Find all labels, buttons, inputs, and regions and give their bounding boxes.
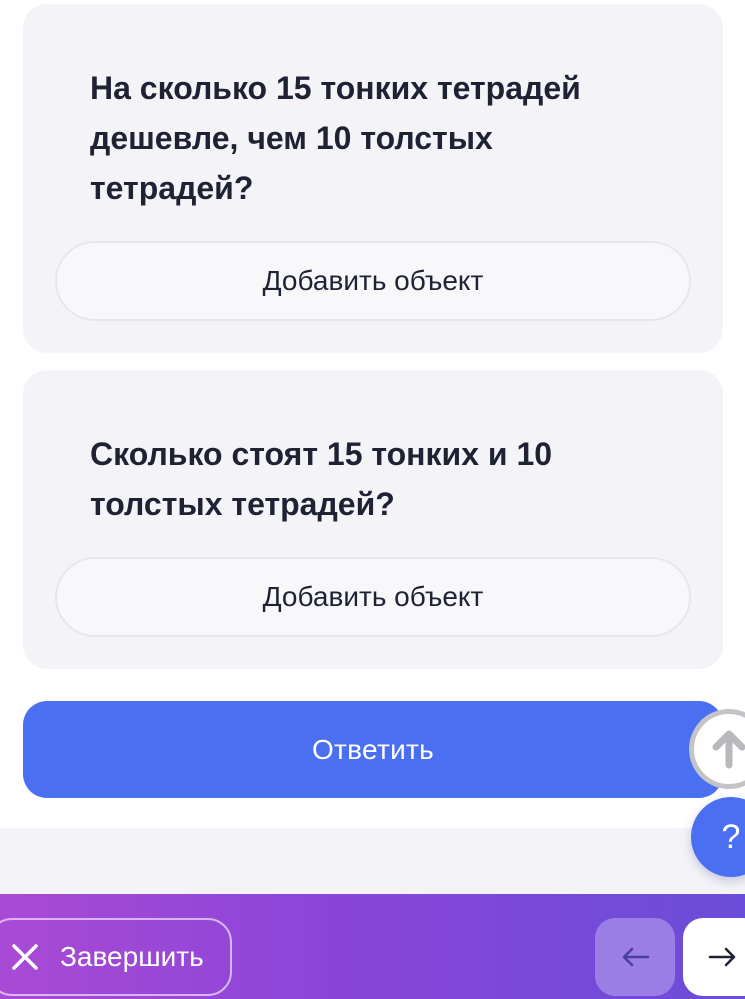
previous-button[interactable] — [595, 918, 675, 996]
page: На сколько 15 тонких тетрадей дешевле, ч… — [0, 0, 745, 999]
close-icon — [12, 944, 38, 970]
finish-label: Завершить — [60, 941, 204, 972]
question-icon: ? — [721, 817, 741, 856]
arrow-right-icon — [708, 947, 736, 967]
question-text: На сколько 15 тонких тетрадей дешевле, ч… — [90, 70, 581, 206]
arrow-up-icon — [712, 730, 745, 769]
answer-button[interactable]: Ответить — [23, 701, 723, 798]
question-card: На сколько 15 тонких тетрадей дешевле, ч… — [23, 4, 723, 353]
add-object-button[interactable]: Добавить объект — [55, 557, 691, 637]
finish-button[interactable]: Завершить — [0, 918, 232, 996]
bottom-bar: Завершить — [0, 894, 745, 999]
arrow-left-icon — [622, 947, 650, 967]
next-button[interactable] — [683, 918, 745, 996]
question-card: Сколько стоят 15 тонких и 10 толстых тет… — [23, 370, 723, 669]
content-bottom-strip — [0, 828, 745, 894]
question-text: Сколько стоят 15 тонких и 10 толстых тет… — [90, 436, 553, 522]
add-object-button[interactable]: Добавить объект — [55, 241, 691, 321]
